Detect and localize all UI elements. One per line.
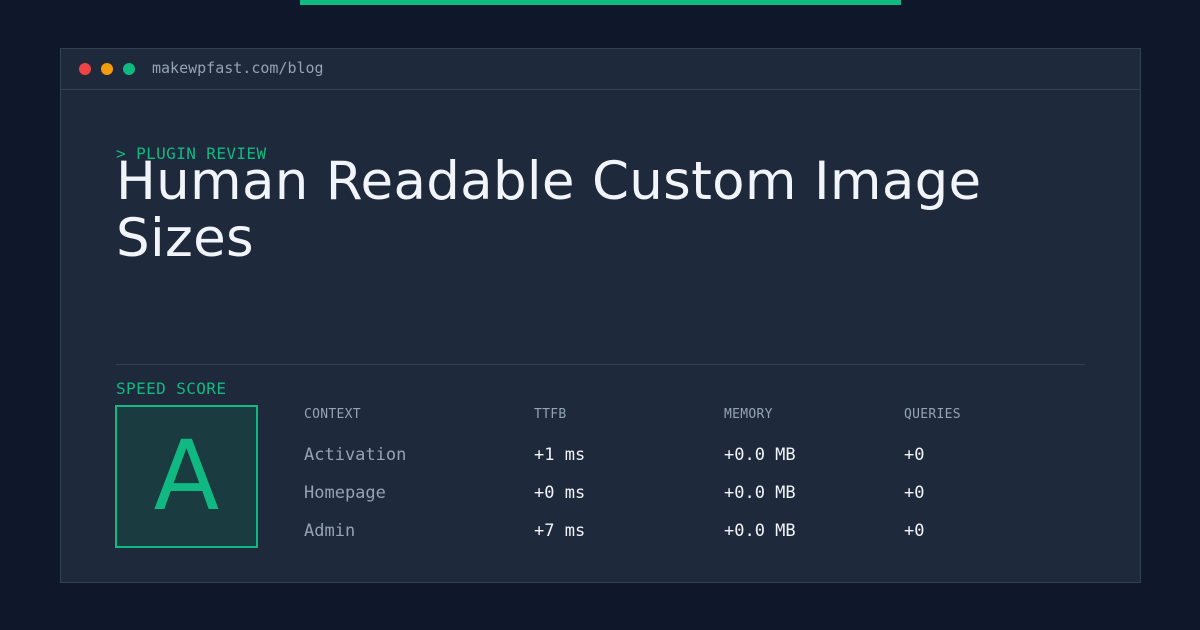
row-homepage-memory: +0.0 MB	[724, 483, 796, 503]
section-divider	[116, 364, 1085, 365]
row-admin-queries: +0	[904, 521, 925, 541]
column-header-memory: MEMORY	[724, 407, 773, 422]
category-eyebrow: > PLUGIN REVIEW	[116, 144, 267, 163]
top-accent-bar	[300, 0, 901, 5]
row-admin-ttfb: +7 ms	[534, 521, 586, 541]
column-header-context: CONTEXT	[304, 407, 361, 422]
row-homepage-queries: +0	[904, 483, 925, 503]
row-activation-memory: +0.0 MB	[724, 445, 796, 465]
minimize-window-icon[interactable]	[101, 63, 113, 75]
metrics-table: CONTEXT TTFB MEMORY QUERIES Activation +…	[304, 406, 1084, 556]
column-header-ttfb: TTFB	[534, 407, 567, 422]
row-homepage-ttfb: +0 ms	[534, 483, 586, 503]
row-admin-memory: +0.0 MB	[724, 521, 796, 541]
window-titlebar: makewpfast.com/blog	[61, 49, 1140, 90]
row-homepage-context: Homepage	[304, 483, 386, 503]
maximize-window-icon[interactable]	[123, 63, 135, 75]
row-activation-context: Activation	[304, 445, 407, 465]
speed-grade-badge: A	[115, 405, 258, 548]
row-admin-context: Admin	[304, 521, 356, 541]
row-activation-ttfb: +1 ms	[534, 445, 586, 465]
browser-window: makewpfast.com/blog > PLUGIN REVIEW Huma…	[60, 48, 1141, 583]
speed-score-label: SPEED SCORE	[116, 379, 227, 398]
page-title: Human Readable Custom Image Sizes	[116, 151, 982, 269]
row-activation-queries: +0	[904, 445, 925, 465]
close-window-icon[interactable]	[79, 63, 91, 75]
window-url: makewpfast.com/blog	[152, 59, 324, 77]
column-header-queries: QUERIES	[904, 407, 961, 422]
